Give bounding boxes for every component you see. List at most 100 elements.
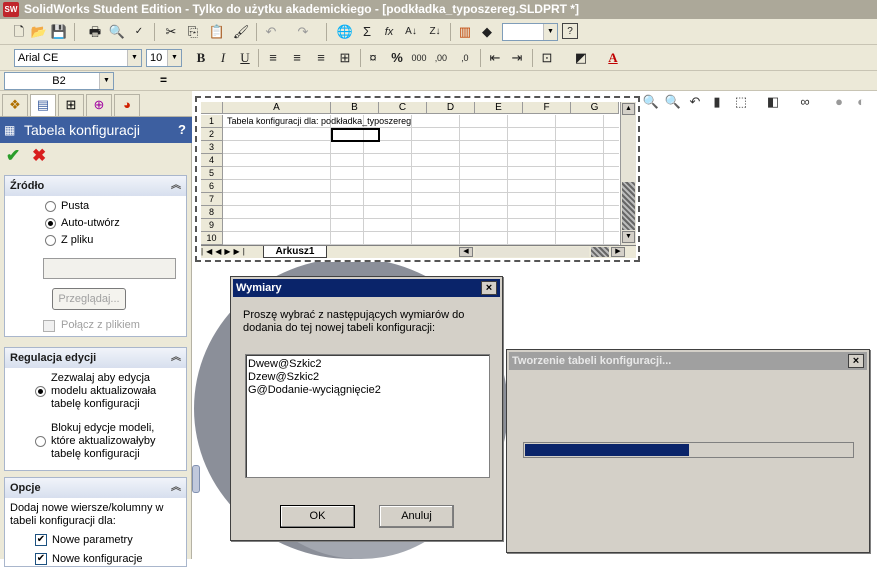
- row-header[interactable]: 9: [201, 219, 223, 232]
- undo-icon[interactable]: ↶: [262, 23, 280, 41]
- select-all-corner[interactable]: [201, 102, 223, 114]
- collapse-chevron-icon[interactable]: ︽: [171, 478, 181, 498]
- column-a-cells[interactable]: [223, 115, 331, 245]
- align-center-icon[interactable]: ≡: [288, 49, 306, 67]
- radio-auto-create[interactable]: [45, 218, 56, 229]
- display-style-icon[interactable]: ◧: [764, 93, 782, 111]
- merge-center-icon[interactable]: ⊞: [336, 49, 354, 67]
- row-header[interactable]: 6: [201, 180, 223, 193]
- open-icon[interactable]: 📂: [30, 23, 48, 41]
- radio-pusta-label[interactable]: Pusta: [61, 200, 89, 212]
- file-path-input[interactable]: [43, 258, 176, 279]
- close-icon[interactable]: ×: [848, 354, 864, 368]
- new-icon[interactable]: 🗋: [10, 23, 28, 41]
- row-header[interactable]: 8: [201, 206, 223, 219]
- source-heading[interactable]: Źródło ︽: [5, 176, 186, 196]
- feature-manager-tab[interactable]: ❖: [2, 94, 28, 116]
- new-configurations-checkbox[interactable]: ✔: [35, 553, 47, 565]
- borders-icon[interactable]: ⊡: [538, 49, 556, 67]
- list-item[interactable]: Dwew@Szkic2: [248, 358, 487, 371]
- column-header[interactable]: F: [523, 102, 571, 114]
- spelling-icon[interactable]: ✓: [130, 23, 148, 41]
- help-button[interactable]: ?: [178, 117, 186, 143]
- thousands-button[interactable]: 000: [410, 49, 428, 67]
- scroll-left-icon[interactable]: ◀: [459, 247, 473, 257]
- format-painter-icon[interactable]: 🖌: [232, 23, 250, 41]
- appearance-icon[interactable]: ●: [830, 93, 848, 111]
- sort-ascending-icon[interactable]: A↓: [402, 23, 420, 41]
- row-header[interactable]: 5: [201, 167, 223, 180]
- embedded-spreadsheet[interactable]: A B C D E F G 1 2 3 4 5 6 7 8 9 10 Tabel…: [195, 96, 640, 262]
- list-item[interactable]: G@Dodanie-wyciągnięcie2: [248, 384, 487, 397]
- font-size-combo[interactable]: 10 ▼: [146, 49, 182, 67]
- hide-show-icon[interactable]: ∞: [796, 93, 814, 111]
- panel-splitter-handle[interactable]: [192, 465, 200, 493]
- row-header[interactable]: 10: [201, 232, 223, 245]
- radio-from-file[interactable]: [45, 235, 56, 246]
- paste-icon[interactable]: 📋: [208, 23, 226, 41]
- radio-from-file-label[interactable]: Z pliku: [61, 234, 93, 246]
- radio-block-edit[interactable]: [35, 436, 46, 447]
- new-parameters-checkbox[interactable]: ✔: [35, 534, 47, 546]
- row-header[interactable]: 2: [201, 128, 223, 141]
- align-right-icon[interactable]: ≡: [312, 49, 330, 67]
- help-icon[interactable]: ?: [562, 23, 578, 39]
- column-header[interactable]: B: [331, 102, 379, 114]
- collapse-chevron-icon[interactable]: ︽: [171, 348, 181, 368]
- row-header[interactable]: 1: [201, 115, 223, 128]
- zoom-fit-icon[interactable]: 🔍: [642, 93, 660, 111]
- row-header[interactable]: 3: [201, 141, 223, 154]
- dimensions-dialog-titlebar[interactable]: Wymiary ×: [233, 279, 500, 297]
- column-header[interactable]: G: [571, 102, 619, 114]
- configuration-manager-tab[interactable]: ⊞: [58, 94, 84, 116]
- radio-allow-edit[interactable]: [35, 386, 46, 397]
- radio-pusta[interactable]: [45, 201, 56, 212]
- redo-icon[interactable]: ↷: [294, 23, 312, 41]
- name-box[interactable]: B2 ▼: [4, 72, 114, 90]
- column-header[interactable]: A: [223, 102, 331, 114]
- font-color-icon[interactable]: A: [604, 49, 622, 67]
- print-preview-icon[interactable]: 🔍: [108, 23, 126, 41]
- save-icon[interactable]: 💾: [50, 23, 68, 41]
- column-header[interactable]: D: [427, 102, 475, 114]
- zoom-combo[interactable]: ▼: [502, 23, 558, 41]
- hscroll-thumb[interactable]: [591, 247, 609, 257]
- fill-color-icon[interactable]: ◩: [572, 49, 590, 67]
- sheet-tab-arkusz1[interactable]: Arkusz1: [263, 246, 327, 258]
- display-manager-tab[interactable]: ◕: [114, 94, 140, 116]
- increase-indent-icon[interactable]: ⇥: [508, 49, 526, 67]
- decrease-decimal-button[interactable]: ‚0: [456, 49, 474, 67]
- autosum-icon[interactable]: Σ: [358, 23, 376, 41]
- hyperlink-icon[interactable]: 🌐: [336, 23, 354, 41]
- collapse-chevron-icon[interactable]: ︽: [171, 176, 181, 196]
- close-icon[interactable]: ×: [481, 281, 497, 295]
- cut-icon[interactable]: ✂: [162, 23, 180, 41]
- vertical-scrollbar[interactable]: ▲ ▼: [620, 102, 636, 245]
- sort-descending-icon[interactable]: Z↓: [426, 23, 444, 41]
- copy-icon[interactable]: ⎘: [184, 23, 202, 41]
- options-heading[interactable]: Opcje ︽: [5, 478, 186, 498]
- currency-icon[interactable]: ¤: [364, 49, 382, 67]
- browse-button[interactable]: Przeglądaj...: [52, 288, 126, 310]
- row-header[interactable]: 7: [201, 193, 223, 206]
- scene-icon[interactable]: ◐: [852, 93, 870, 111]
- section-view-icon[interactable]: ▮: [708, 93, 726, 111]
- column-header[interactable]: C: [379, 102, 427, 114]
- new-configurations-label[interactable]: Nowe konfiguracje: [52, 553, 143, 565]
- link-file-label[interactable]: Połącz z plikiem: [61, 319, 140, 331]
- align-left-icon[interactable]: ≡: [264, 49, 282, 67]
- bold-button[interactable]: B: [192, 49, 210, 67]
- scroll-down-icon[interactable]: ▼: [622, 231, 635, 243]
- ok-check-icon[interactable]: ✔: [6, 146, 20, 166]
- selected-cell-b2[interactable]: [331, 128, 380, 142]
- drawing-icon[interactable]: ◆: [478, 23, 496, 41]
- edit-heading[interactable]: Regulacja edycji ︽: [5, 348, 186, 368]
- cancel-button[interactable]: Anuluj: [379, 505, 454, 528]
- cancel-x-icon[interactable]: ✖: [32, 146, 46, 166]
- cell-a1[interactable]: Tabela konfiguracji dla: podkładka_typos…: [227, 115, 411, 127]
- italic-button[interactable]: I: [214, 49, 232, 67]
- underline-button[interactable]: U: [236, 49, 254, 67]
- row-header[interactable]: 4: [201, 154, 223, 167]
- print-icon[interactable]: 🖶: [86, 23, 104, 41]
- list-item[interactable]: Dzew@Szkic2: [248, 371, 487, 384]
